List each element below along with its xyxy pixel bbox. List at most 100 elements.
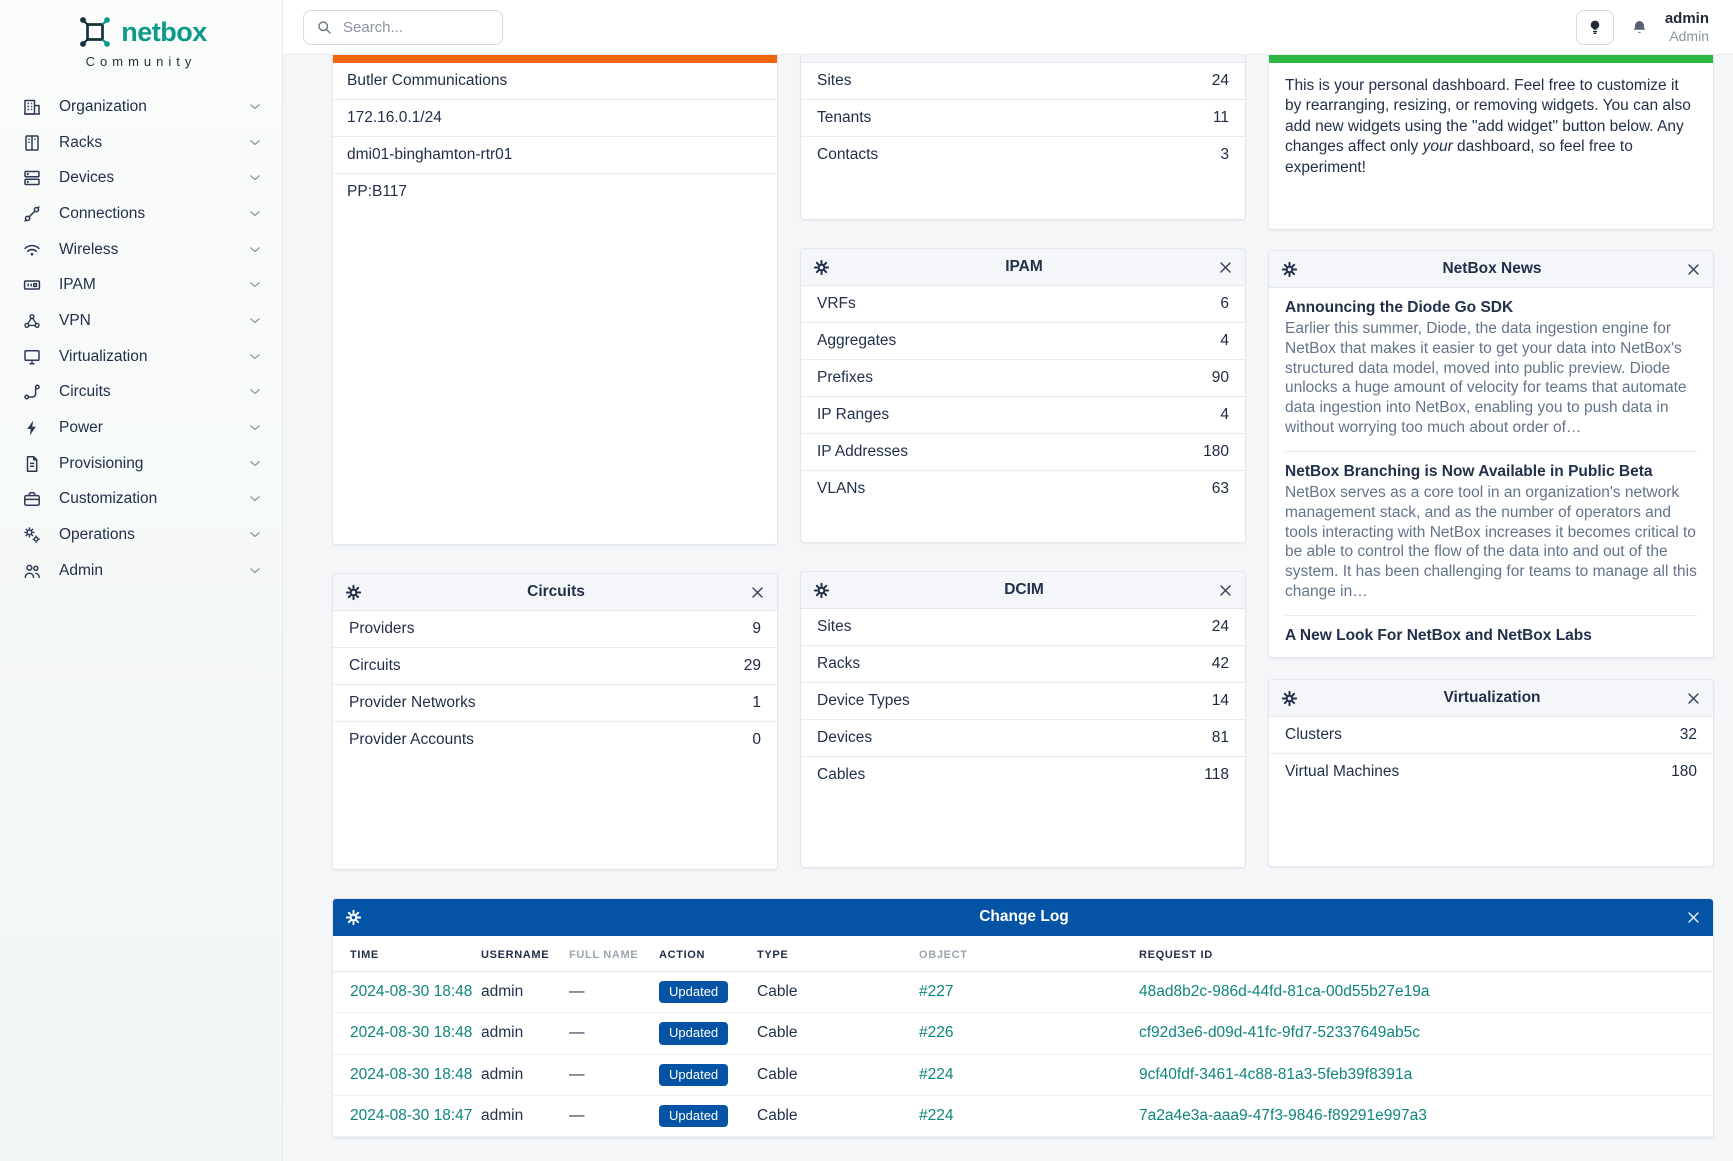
- changelog-username: admin: [473, 972, 561, 1013]
- virtualization-icon: [22, 347, 42, 367]
- stat-link[interactable]: Aggregates: [817, 332, 896, 350]
- stat-row: Contacts3: [801, 136, 1245, 173]
- stat-link[interactable]: Tenants: [817, 109, 871, 127]
- operations-icon: [22, 525, 42, 545]
- sidebar-item-organization[interactable]: Organization: [0, 89, 282, 125]
- chevron-down-icon: [248, 100, 262, 114]
- sidebar-item-label: Circuits: [59, 383, 231, 401]
- bookmark-link[interactable]: 172.16.0.1/24: [333, 99, 777, 136]
- close-icon[interactable]: [750, 585, 765, 600]
- search-box[interactable]: [303, 10, 503, 45]
- action-badge[interactable]: Updated: [659, 1064, 728, 1086]
- sidebar-item-connections[interactable]: Connections: [0, 196, 282, 232]
- stat-link[interactable]: IP Addresses: [817, 443, 908, 461]
- stat-link[interactable]: Circuits: [349, 657, 401, 675]
- stat-value: 1: [752, 694, 761, 712]
- action-badge[interactable]: Updated: [659, 1022, 728, 1044]
- widget-dcim: DCIM Sites24 Racks42 Device Types14 Devi…: [800, 571, 1246, 868]
- close-icon[interactable]: [1686, 910, 1701, 925]
- stat-link[interactable]: Device Types: [817, 692, 910, 710]
- gear-icon[interactable]: [813, 259, 830, 276]
- changelog-request-id-link[interactable]: 9cf40fdf-3461-4c88-81a3-5feb39f8391a: [1139, 1066, 1412, 1083]
- close-icon[interactable]: [1686, 691, 1701, 706]
- action-badge[interactable]: Updated: [659, 1105, 728, 1127]
- notifications-button[interactable]: [1630, 18, 1649, 37]
- bell-icon: [1630, 18, 1649, 37]
- widget-title: NetBox News: [1298, 260, 1686, 278]
- sidebar-item-racks[interactable]: Racks: [0, 125, 282, 161]
- changelog-time-link[interactable]: 2024-08-30 18:48: [350, 1024, 472, 1041]
- sidebar-item-virtualization[interactable]: Virtualization: [0, 339, 282, 375]
- stat-link[interactable]: Clusters: [1285, 726, 1342, 744]
- stat-link[interactable]: Provider Networks: [349, 694, 476, 712]
- user-menu[interactable]: admin Admin: [1665, 10, 1709, 43]
- sidebar-item-customization[interactable]: Customization: [0, 482, 282, 518]
- news-headline-link[interactable]: Announcing the Diode Go SDK: [1285, 299, 1697, 317]
- sidebar-item-circuits[interactable]: Circuits: [0, 375, 282, 411]
- changelog-request-id-link[interactable]: 7a2a4e3a-aaa9-47f3-9846-f89291e997a3: [1139, 1107, 1427, 1124]
- brand[interactable]: netbox Community: [0, 0, 282, 69]
- sidebar-item-ipam[interactable]: IPAM: [0, 267, 282, 303]
- gear-icon[interactable]: [345, 909, 362, 926]
- gear-icon[interactable]: [1281, 261, 1298, 278]
- stat-link[interactable]: Racks: [817, 655, 860, 673]
- bookmark-link[interactable]: Butler Communications: [333, 63, 777, 99]
- dashboard-column-2: Organization Sites24 Tenants11 Contacts3…: [800, 25, 1246, 870]
- changelog-time-link[interactable]: 2024-08-30 18:48: [350, 983, 472, 1000]
- stat-link[interactable]: Devices: [817, 729, 872, 747]
- stat-link[interactable]: IP Ranges: [817, 406, 889, 424]
- stat-link[interactable]: Sites: [817, 618, 851, 636]
- widget-circuits: Circuits Providers9 Circuits29 Provider …: [332, 573, 778, 870]
- action-badge[interactable]: Updated: [659, 981, 728, 1003]
- stat-row: Tenants11: [801, 99, 1245, 136]
- gear-icon[interactable]: [813, 582, 830, 599]
- widget-ipam: IPAM VRFs6 Aggregates4 Prefixes90 IP Ran…: [800, 248, 1246, 543]
- sidebar-item-admin[interactable]: Admin: [0, 553, 282, 589]
- stat-value: 81: [1212, 729, 1229, 747]
- stat-link[interactable]: Contacts: [817, 146, 878, 164]
- theme-toggle-button[interactable]: [1576, 10, 1614, 45]
- stat-row: Devices 81: [801, 719, 1245, 756]
- close-icon[interactable]: [1686, 262, 1701, 277]
- changelog-time-link[interactable]: 2024-08-30 18:47: [350, 1107, 472, 1124]
- sidebar-item-wireless[interactable]: Wireless: [0, 232, 282, 268]
- changelog-time-link[interactable]: 2024-08-30 18:48: [350, 1066, 472, 1083]
- lightbulb-icon: [1586, 18, 1604, 36]
- news-headline-link[interactable]: A New Look For NetBox and NetBox Labs: [1285, 627, 1697, 645]
- close-icon[interactable]: [1218, 260, 1233, 275]
- gear-icon[interactable]: [1281, 690, 1298, 707]
- sidebar-item-devices[interactable]: Devices: [0, 160, 282, 196]
- chevron-down-icon: [248, 350, 262, 364]
- sidebar-item-operations[interactable]: Operations: [0, 517, 282, 553]
- search-input[interactable]: [343, 19, 490, 36]
- stat-link[interactable]: VRFs: [817, 295, 856, 313]
- stat-link[interactable]: Providers: [349, 620, 414, 638]
- changelog-object-link[interactable]: #224: [919, 1107, 953, 1124]
- stat-link[interactable]: Prefixes: [817, 369, 873, 387]
- changelog-request-id-link[interactable]: 48ad8b2c-986d-44fd-81ca-00d55b27e19a: [1139, 983, 1429, 1000]
- chevron-down-icon: [248, 171, 262, 185]
- changelog-request-id-link[interactable]: cf92d3e6-d09d-41fc-9fd7-52337649ab5c: [1139, 1024, 1420, 1041]
- dashboard-column-3: Welcome! This is your personal dashboard…: [1268, 25, 1714, 870]
- bookmark-link[interactable]: dmi01-binghamton-rtr01: [333, 136, 777, 173]
- widget-netbox-news: NetBox News Announcing the Diode Go SDK …: [1268, 250, 1714, 658]
- news-headline-link[interactable]: NetBox Branching is Now Available in Pub…: [1285, 463, 1697, 481]
- changelog-object-link[interactable]: #227: [919, 983, 953, 1000]
- changelog-full-name: —: [561, 1054, 651, 1095]
- welcome-text: This is your personal dashboard. Feel fr…: [1269, 63, 1713, 191]
- changelog-object-link[interactable]: #226: [919, 1024, 953, 1041]
- changelog-object-link[interactable]: #224: [919, 1066, 953, 1083]
- sidebar-item-provisioning[interactable]: Provisioning: [0, 446, 282, 482]
- stat-link[interactable]: Provider Accounts: [349, 731, 474, 749]
- stat-link[interactable]: Virtual Machines: [1285, 763, 1399, 781]
- stat-link[interactable]: VLANs: [817, 480, 865, 498]
- sidebar-item-vpn[interactable]: VPN: [0, 303, 282, 339]
- stat-link[interactable]: Sites: [817, 72, 851, 90]
- bookmark-link[interactable]: PP:B117: [333, 173, 777, 210]
- close-icon[interactable]: [1218, 583, 1233, 598]
- widget-header: Circuits: [333, 574, 777, 611]
- gear-icon[interactable]: [345, 584, 362, 601]
- sidebar-item-power[interactable]: Power: [0, 410, 282, 446]
- user-name: admin: [1665, 10, 1709, 27]
- stat-link[interactable]: Cables: [817, 766, 865, 784]
